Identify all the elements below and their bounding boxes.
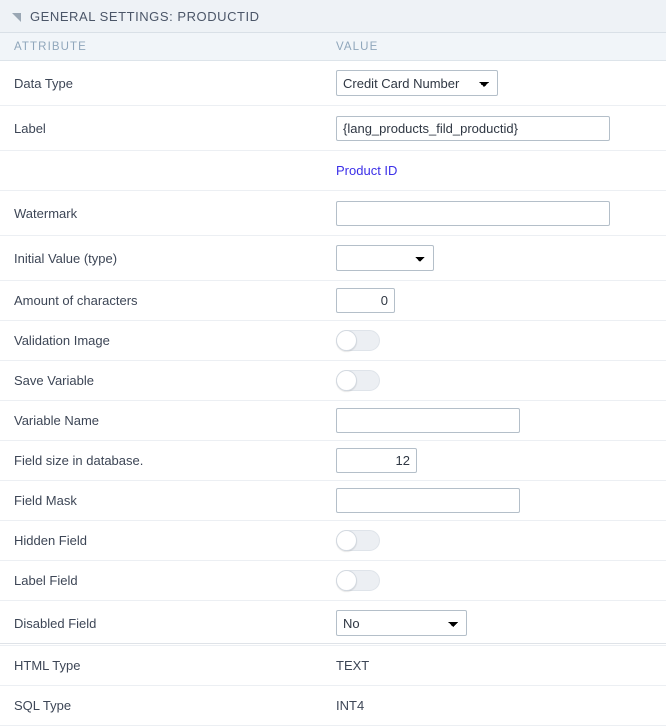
html-type-value: TEXT (336, 658, 369, 673)
sql-type-value: INT4 (336, 698, 364, 713)
row-value-html-type: TEXT (328, 646, 666, 686)
label-input[interactable] (336, 116, 610, 141)
row-label-amount-of-characters: Amount of characters (0, 281, 328, 321)
variable-name-input[interactable] (336, 408, 520, 433)
table-row: Data Type Credit Card Number (0, 61, 666, 106)
row-value-variable-name (328, 401, 666, 441)
label-field-toggle[interactable] (336, 570, 380, 591)
table-row: Product ID (0, 151, 666, 191)
table-row: Label (0, 106, 666, 151)
panel-header[interactable]: GENERAL SETTINGS: PRODUCTID (0, 0, 666, 33)
watermark-input[interactable] (336, 201, 610, 226)
table-row: Watermark (0, 191, 666, 236)
header-row: ATTRIBUTE VALUE (0, 33, 666, 61)
row-value-validation-image (328, 321, 666, 361)
table-row: Field Mask (0, 481, 666, 521)
table-row: Initial Value (type) (0, 236, 666, 281)
row-value-label-field (328, 561, 666, 601)
row-label-disabled-field: Disabled Field (0, 601, 328, 646)
table-row: Variable Name (0, 401, 666, 441)
table-row: Amount of characters (0, 281, 666, 321)
table-row: Save Variable (0, 361, 666, 401)
row-label-initial-value-type: Initial Value (type) (0, 236, 328, 281)
row-label-variable-name: Variable Name (0, 401, 328, 441)
toggle-knob-icon (336, 330, 357, 351)
save-variable-toggle[interactable] (336, 370, 380, 391)
initial-value-type-select[interactable] (336, 245, 434, 271)
row-label-label: Label (0, 106, 328, 151)
table-row: HTML Type TEXT (0, 646, 666, 686)
row-label-data-type: Data Type (0, 61, 328, 106)
settings-table: ATTRIBUTE VALUE Data Type Credit Card Nu… (0, 33, 666, 726)
row-label-validation-image: Validation Image (0, 321, 328, 361)
table-row: Field size in database. (0, 441, 666, 481)
row-value-field-size-in-database (328, 441, 666, 481)
table-header: ATTRIBUTE VALUE (0, 33, 666, 61)
row-label-html-type: HTML Type (0, 646, 328, 686)
row-label-save-variable: Save Variable (0, 361, 328, 401)
table-row: SQL Type INT4 (0, 686, 666, 726)
validation-image-toggle[interactable] (336, 330, 380, 351)
table-row: Disabled Field No (0, 601, 666, 646)
row-value-label (328, 106, 666, 151)
row-value-initial-value-type (328, 236, 666, 281)
column-header-attribute: ATTRIBUTE (0, 33, 328, 61)
table-row: Hidden Field (0, 521, 666, 561)
disabled-field-select[interactable]: No (336, 610, 467, 636)
table-body: Data Type Credit Card Number Label Prod (0, 61, 666, 726)
row-label-label-translation (0, 151, 328, 191)
row-label-field-size-in-database: Field size in database. (0, 441, 328, 481)
table-row: Label Field (0, 561, 666, 601)
row-value-label-translation: Product ID (328, 151, 666, 191)
row-value-amount-of-characters (328, 281, 666, 321)
row-label-hidden-field: Hidden Field (0, 521, 328, 561)
toggle-knob-icon (336, 570, 357, 591)
toggle-knob-icon (336, 530, 357, 551)
row-value-data-type: Credit Card Number (328, 61, 666, 106)
data-type-select[interactable]: Credit Card Number (336, 70, 498, 96)
triangle-collapse-icon[interactable] (12, 13, 21, 22)
table-row: Validation Image (0, 321, 666, 361)
row-label-sql-type: SQL Type (0, 686, 328, 726)
row-value-field-mask (328, 481, 666, 521)
field-mask-input[interactable] (336, 488, 520, 513)
column-header-value: VALUE (328, 33, 666, 61)
general-settings-panel: GENERAL SETTINGS: PRODUCTID ATTRIBUTE VA… (0, 0, 666, 644)
hidden-field-toggle[interactable] (336, 530, 380, 551)
field-size-in-database-input[interactable] (336, 448, 417, 473)
row-label-field-mask: Field Mask (0, 481, 328, 521)
product-id-link[interactable]: Product ID (336, 163, 397, 178)
row-value-watermark (328, 191, 666, 236)
panel-title: GENERAL SETTINGS: PRODUCTID (30, 9, 260, 24)
row-value-disabled-field: No (328, 601, 666, 646)
amount-of-characters-input[interactable] (336, 288, 395, 313)
row-value-hidden-field (328, 521, 666, 561)
row-label-label-field: Label Field (0, 561, 328, 601)
row-value-sql-type: INT4 (328, 686, 666, 726)
row-value-save-variable (328, 361, 666, 401)
toggle-knob-icon (336, 370, 357, 391)
row-label-watermark: Watermark (0, 191, 328, 236)
